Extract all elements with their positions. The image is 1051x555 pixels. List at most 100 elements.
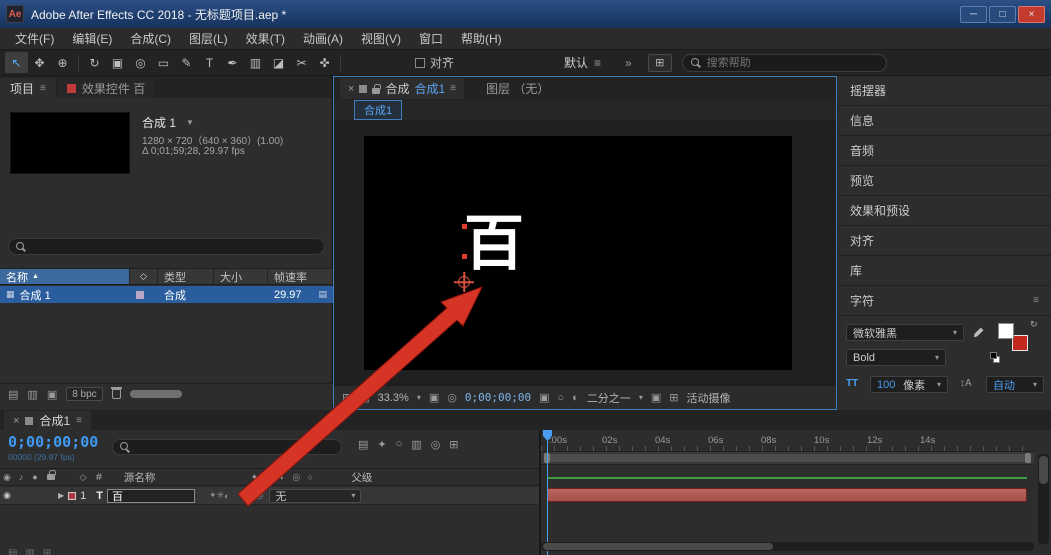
time-ruler[interactable]: :00s 02s 04s 06s 08s 10s 12s 14s (541, 430, 1034, 452)
menu-animation[interactable]: 动画(A) (294, 28, 352, 49)
item-name-cell[interactable]: ▦ 合成 1 (0, 287, 130, 303)
comp-frame[interactable]: 百 (364, 136, 792, 370)
snapshot-icon[interactable]: ▣ (539, 391, 549, 404)
menu-composition[interactable]: 合成(C) (121, 28, 180, 49)
snap-checkbox[interactable] (415, 57, 425, 68)
parent-select[interactable]: 无 ▾ (269, 488, 362, 503)
tab-layer-viewer[interactable]: 图层 （无） (468, 80, 549, 97)
expand-render-icon[interactable]: ⊞ (43, 548, 51, 555)
timeline-tab-comp1[interactable]: × 合成1 ≡ (4, 411, 91, 430)
resolution-select[interactable]: 二分之一 ▾ (587, 390, 643, 406)
layer-switch-icon[interactable]: ✦ (209, 490, 217, 501)
camera-view-label[interactable]: 活动摄像 (686, 390, 730, 406)
panel-info[interactable]: 信息 (838, 106, 1051, 136)
font-family-select[interactable]: 微软雅黑 ▾ (846, 324, 964, 341)
close-tab-icon[interactable]: × (348, 83, 354, 95)
panel-align[interactable]: 对齐 (838, 226, 1051, 256)
eraser-tool-icon[interactable]: ◪ (267, 52, 290, 73)
frame-blending-icon[interactable]: ▥ (411, 438, 421, 451)
swap-fill-stroke-icon[interactable]: ↻ (1030, 319, 1038, 330)
always-preview-icon[interactable]: ⊞ (342, 391, 351, 404)
eyedropper-icon[interactable] (972, 325, 986, 339)
panel-effects-presets[interactable]: 效果和预设 (838, 196, 1051, 226)
orbit-tool-icon[interactable]: ↻ (83, 52, 106, 73)
workspace-overflow[interactable]: » (625, 56, 632, 70)
brush-tool-icon[interactable]: ✒ (221, 52, 244, 73)
timeline-horizontal-scrollbar[interactable] (541, 542, 1034, 551)
snap-toggle[interactable]: 对齐 (415, 54, 454, 71)
selection-tool-icon[interactable]: ↖ (5, 52, 28, 73)
column-header-size[interactable]: 大小 (214, 269, 268, 284)
audio-column-icon[interactable]: ♪ (14, 472, 28, 482)
tab-project[interactable]: 项目 ≡ (0, 78, 56, 98)
minimize-button[interactable]: ─ (960, 5, 987, 23)
fill-color-swatch[interactable] (998, 323, 1014, 339)
twirl-icon[interactable]: ▶ (58, 491, 64, 500)
leading-select[interactable]: 自动 ▾ (986, 376, 1044, 393)
anchor-point[interactable] (458, 276, 470, 288)
maximize-button[interactable]: □ (989, 5, 1016, 23)
expand-layers-icon[interactable]: ▤ (8, 548, 17, 555)
type-tool-icon[interactable]: T (198, 52, 221, 73)
layer-switch-icon[interactable]: ◐ (224, 491, 229, 501)
layer-color-chip[interactable] (68, 491, 77, 500)
safe-zones-icon[interactable]: ▣ (429, 391, 439, 404)
pen-tool-icon[interactable]: ✎ (175, 52, 198, 73)
layer-switch-icon[interactable]: ✳ (217, 490, 225, 501)
label-column-icon[interactable]: ◇ (76, 472, 90, 483)
shy-icon[interactable]: ○ (396, 438, 403, 451)
column-header-label[interactable]: ◇ (130, 269, 158, 284)
layer-name-field[interactable]: 百 (107, 488, 196, 503)
timeline-search[interactable] (112, 439, 342, 455)
chevron-down-icon[interactable]: ▼ (186, 118, 194, 127)
column-header-name[interactable]: 名称 ▲ (0, 269, 130, 284)
item-label-cell[interactable] (130, 290, 158, 299)
close-tab-icon[interactable]: × (13, 415, 19, 427)
column-header-framerate[interactable]: 帧速率 (268, 269, 333, 284)
column-header-type[interactable]: 类型 (158, 269, 214, 284)
draft-3d-icon[interactable]: ✦ (377, 438, 386, 451)
puppet-tool-icon[interactable]: ✜ (313, 52, 336, 73)
index-column-header[interactable]: # (96, 471, 102, 483)
bpc-button[interactable]: 8 bpc (66, 387, 103, 401)
lock-icon[interactable] (372, 83, 381, 94)
graph-editor-icon[interactable]: ⊞ (449, 438, 458, 451)
comp-viewport[interactable]: 百 (334, 120, 836, 385)
selected-comp-name[interactable]: 合成 1 ▼ (142, 114, 194, 131)
preview-timecode[interactable]: 0;00;00;00 (465, 391, 531, 404)
shape-tool-icon[interactable]: ▭ (152, 52, 175, 73)
parent-column-header[interactable]: 父级 (351, 470, 372, 485)
magnification-icon[interactable]: ▤ (359, 391, 369, 404)
label-color-chip[interactable] (136, 290, 144, 299)
roto-brush-tool-icon[interactable]: ✂ (290, 52, 313, 73)
layer-visibility-icon[interactable]: ◉ (0, 490, 14, 501)
channels-icon[interactable]: ◐ (572, 392, 579, 404)
menu-view[interactable]: 视图(V) (352, 28, 410, 49)
switch-motion-blur-icon[interactable]: ○ (303, 472, 317, 482)
panel-character-header[interactable]: 字符 ≡ (838, 286, 1051, 316)
subtab-comp1[interactable]: 合成1 (354, 100, 403, 120)
panel-audio[interactable]: 音频 (838, 136, 1051, 166)
switch-shy-icon[interactable]: ✦ (247, 472, 261, 483)
default-colors-icon[interactable] (990, 352, 997, 359)
menu-window[interactable]: 窗口 (410, 28, 452, 49)
transparency-grid-icon[interactable]: ⊞ (669, 391, 678, 404)
panel-libraries[interactable]: 库 (838, 256, 1051, 286)
menu-edit[interactable]: 编辑(E) (63, 28, 121, 49)
timeline-vertical-scrollbar[interactable] (1038, 454, 1049, 544)
panel-menu-icon[interactable]: ≡ (450, 83, 456, 94)
create-comp-icon[interactable]: ▣ (47, 388, 57, 401)
selection-handle[interactable] (462, 254, 467, 259)
project-item-row[interactable]: ▦ 合成 1 合成 29.97 ▤ (0, 286, 333, 303)
playhead-line[interactable] (547, 430, 548, 555)
zoom-select[interactable]: 33.3% ▾ (378, 392, 421, 404)
scrollbar-thumb[interactable] (1039, 456, 1048, 484)
zoom-tool-icon[interactable]: ⊕ (51, 52, 74, 73)
panel-menu-icon[interactable]: ≡ (40, 83, 46, 94)
scrollbar-thumb[interactable] (543, 543, 773, 550)
thumbnail-size-slider[interactable] (129, 390, 182, 398)
show-snapshot-icon[interactable]: ○ (558, 392, 565, 404)
work-area-bar[interactable] (541, 452, 1034, 465)
layer-duration-bar[interactable] (547, 488, 1027, 502)
panel-wiggler[interactable]: 摇摆器 (838, 76, 1051, 106)
